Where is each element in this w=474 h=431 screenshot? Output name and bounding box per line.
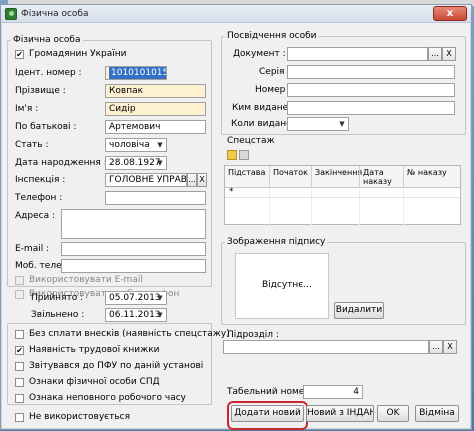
- person-legend: Фізична особа: [13, 35, 81, 45]
- delete-row-icon[interactable]: [239, 150, 249, 160]
- dialog-titlebar: Фізична особа x: [1, 5, 471, 23]
- doc-number-field[interactable]: [287, 83, 455, 97]
- use-email-label: Використовувати E-mail: [29, 275, 143, 285]
- app-icon: [5, 8, 17, 20]
- document-clear-button[interactable]: X: [442, 47, 456, 61]
- no-contribution-checkbox[interactable]: [15, 330, 24, 339]
- sex-label: Стать :: [15, 140, 49, 150]
- signature-legend: Зображення підпису: [227, 237, 326, 247]
- series-label: Серія :: [259, 67, 291, 77]
- work-book-label: Наявність трудової книжки: [29, 345, 160, 355]
- chevron-down-icon[interactable]: ▼: [155, 139, 165, 151]
- document-field[interactable]: [287, 47, 428, 61]
- inspection-label: Інспекція :: [15, 175, 66, 185]
- not-used-checkbox[interactable]: [15, 413, 24, 422]
- use-email-checkbox[interactable]: [15, 276, 24, 285]
- mobile-field[interactable]: [61, 259, 206, 273]
- spd-label: Ознаки фізичної особи СПД: [29, 377, 160, 387]
- reported-pfu-checkbox[interactable]: [15, 362, 24, 371]
- grid-line: [311, 188, 312, 225]
- grid-line: [403, 188, 404, 225]
- id-document-legend: Посвідчення особи: [227, 31, 317, 41]
- hired-label: Прийнято :: [31, 293, 84, 303]
- subdivision-label: Підрозділ :: [227, 330, 279, 340]
- reported-pfu-label: Звітувався до ПФУ по даній установі: [29, 361, 204, 371]
- copy-new-button[interactable]: Новий з ІНДАНІ: [306, 405, 374, 422]
- column-header-order-number[interactable]: № наказу: [403, 166, 461, 188]
- address-label: Адреса :: [15, 211, 55, 221]
- citizen-label: Громадянин України: [29, 49, 127, 59]
- grid-line: [359, 188, 360, 225]
- signature-placeholder: Відсутнє...: [262, 280, 312, 290]
- inspection-browse-button[interactable]: ...: [187, 173, 197, 187]
- address-field[interactable]: [61, 209, 206, 239]
- patronymic-label: По батькові :: [15, 122, 77, 132]
- first-name-label: Ім'я :: [15, 104, 39, 114]
- subdivision-field[interactable]: [223, 340, 429, 354]
- dialog-title: Фізична особа: [21, 9, 89, 19]
- add-new-button[interactable]: Додати новий: [231, 405, 304, 422]
- special-experience-legend: Спецстаж: [227, 136, 275, 146]
- citizen-checkbox[interactable]: ✔: [15, 50, 24, 59]
- new-row-marker: *: [229, 187, 234, 197]
- work-book-checkbox[interactable]: ✔: [15, 346, 24, 355]
- special-experience-table[interactable]: Підстава Початок Закінчення Дата наказу …: [224, 165, 461, 225]
- surname-label: Прізвище :: [15, 86, 66, 96]
- id-number-field[interactable]: 1010101015: [105, 66, 167, 80]
- table-header: Підстава Початок Закінчення Дата наказу …: [225, 166, 460, 188]
- issued-by-label: Ким видане :: [232, 103, 295, 113]
- check-icon: ✔: [16, 346, 23, 355]
- chevron-down-icon[interactable]: ▼: [155, 292, 165, 304]
- spd-checkbox[interactable]: [15, 378, 24, 387]
- phone-field[interactable]: [105, 191, 206, 205]
- email-field[interactable]: [61, 242, 206, 256]
- email-label: E-mail :: [15, 244, 50, 254]
- number-label: Номер :: [255, 85, 292, 95]
- add-row-icon[interactable]: [227, 150, 237, 160]
- document-label: Документ :: [233, 49, 286, 59]
- signature-image: Відсутнє...: [235, 253, 329, 319]
- check-icon: ✔: [16, 50, 23, 59]
- not-used-label: Не використовується: [29, 412, 130, 422]
- chevron-down-icon[interactable]: ▼: [155, 309, 165, 321]
- series-field[interactable]: [287, 65, 455, 79]
- no-contribution-label: Без сплати внесків (наявність спецстажу): [29, 329, 230, 339]
- part-time-checkbox[interactable]: [15, 394, 24, 403]
- birth-date-value: 28.08.1927: [109, 158, 161, 168]
- delete-signature-button[interactable]: Видалити: [334, 302, 384, 319]
- hired-date-value: 05.07.2013: [109, 293, 161, 303]
- chevron-down-icon[interactable]: ▼: [337, 118, 347, 130]
- subdivision-browse-button[interactable]: ...: [429, 340, 443, 354]
- phone-label: Телефон :: [15, 193, 63, 203]
- issued-by-field[interactable]: [287, 101, 455, 115]
- close-button[interactable]: x: [433, 6, 467, 21]
- cancel-button[interactable]: Відміна: [415, 405, 459, 422]
- document-browse-button[interactable]: ...: [428, 47, 442, 61]
- chevron-down-icon[interactable]: ▼: [155, 157, 165, 169]
- column-header-start[interactable]: Початок: [269, 166, 311, 188]
- inspection-clear-button[interactable]: X: [197, 173, 207, 187]
- inspection-field[interactable]: ГОЛОВНЕ УПРАВЛІ: [105, 173, 187, 187]
- fired-date-value: 06.11.2013: [109, 310, 161, 320]
- surname-field[interactable]: Ковпак: [105, 84, 206, 98]
- part-time-label: Ознака неповного робочого часу: [29, 393, 186, 403]
- column-header-end[interactable]: Закінчення: [311, 166, 362, 188]
- id-number-label: Ідент. номер :: [15, 68, 82, 78]
- birth-date-label: Дата народження :: [15, 158, 107, 168]
- tab-number-field[interactable]: 4: [303, 385, 363, 399]
- grid-line: [269, 188, 270, 225]
- sex-value: чоловіча: [109, 140, 150, 150]
- first-name-field[interactable]: Сидір: [105, 102, 206, 116]
- fired-label: Звільнено :: [31, 310, 85, 320]
- subdivision-clear-button[interactable]: X: [443, 340, 457, 354]
- column-header-basis[interactable]: Підстава: [225, 166, 269, 188]
- patronymic-field[interactable]: Артемович: [105, 120, 206, 134]
- column-header-order-date[interactable]: Дата наказу: [359, 166, 403, 188]
- ok-button[interactable]: OK: [377, 405, 409, 422]
- table-row[interactable]: *: [225, 187, 460, 198]
- person-dialog: Фізична особа x Фізична особа ✔ Громадян…: [0, 4, 472, 430]
